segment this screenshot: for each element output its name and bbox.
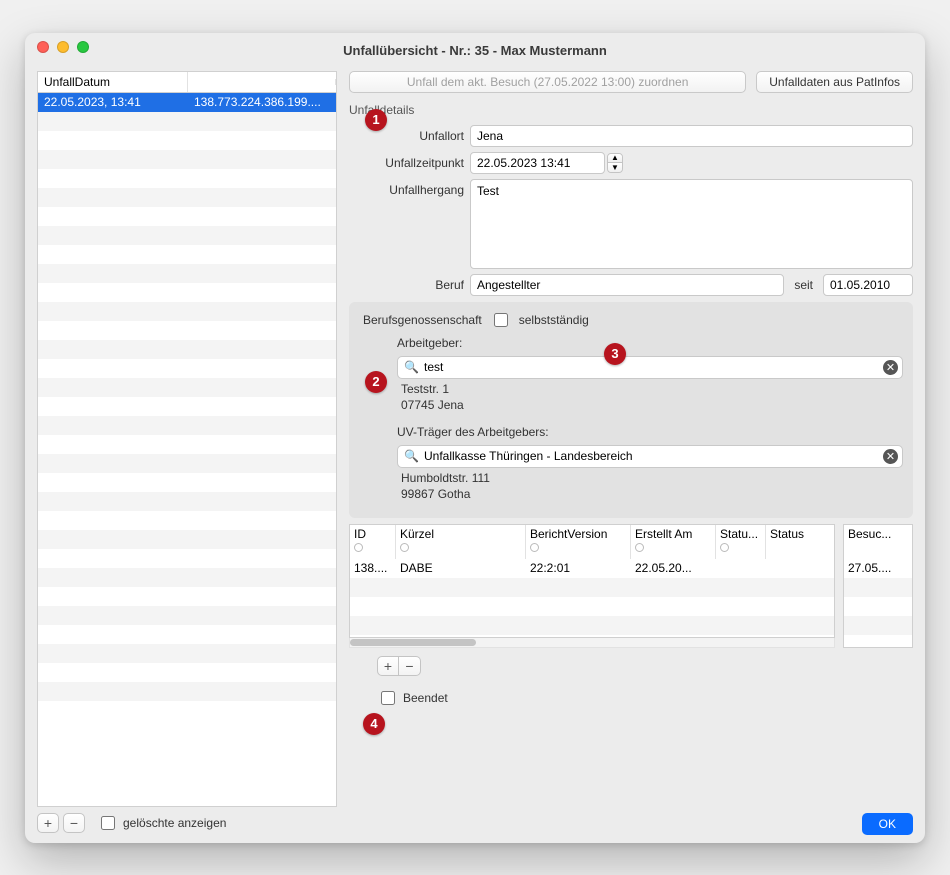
beendet-label: Beendet	[403, 691, 448, 705]
table-row[interactable]: 27.05....	[844, 559, 912, 578]
remove-report-button[interactable]: −	[399, 656, 421, 676]
visits-table[interactable]: Besuc... 27.05....	[843, 524, 913, 648]
accident-list-panel: UnfallDatum 22.05.2023, 13:41 138.773.22…	[37, 71, 337, 833]
table-scrollbar[interactable]	[349, 638, 835, 648]
unfallort-label: Unfallort	[349, 125, 464, 143]
col-statu[interactable]: Statu...	[716, 525, 766, 559]
col-erstellt[interactable]: Erstellt Am	[631, 525, 716, 559]
uv-heading: UV-Träger des Arbeitgebers:	[397, 425, 903, 439]
section-unfalldetails: Unfalldetails	[349, 103, 913, 117]
minimize-icon[interactable]	[57, 41, 69, 53]
ok-button[interactable]: OK	[862, 813, 913, 835]
arbeitgeber-heading: Arbeitgeber:	[397, 336, 903, 350]
stepper-down-icon[interactable]: ▼	[608, 163, 622, 172]
arbeitgeber-search[interactable]: 🔍 ✕	[397, 356, 903, 379]
arbeitgeber-input[interactable]	[422, 359, 878, 375]
unfallort-input[interactable]	[470, 125, 913, 147]
close-icon[interactable]	[37, 41, 49, 53]
uv-address: Humboldtstr. 111 99867 Gotha	[397, 468, 903, 508]
col-id[interactable]: ID	[350, 525, 396, 559]
window-title: Unfallübersicht - Nr.: 35 - Max Musterma…	[25, 36, 925, 58]
top-button-row: Unfall dem akt. Besuch (27.05.2022 13:00…	[349, 71, 913, 93]
badge-1: 1	[365, 109, 387, 131]
assign-visit-button[interactable]: Unfall dem akt. Besuch (27.05.2022 13:00…	[349, 71, 746, 93]
scroll-thumb[interactable]	[350, 639, 476, 646]
bg-box: Berufsgenossenschaft selbstständig Arbei…	[349, 302, 913, 519]
zoom-icon[interactable]	[77, 41, 89, 53]
show-deleted-label: gelöschte anzeigen	[123, 816, 226, 830]
col-berichtversion[interactable]: BerichtVersion	[526, 525, 631, 559]
column-spacer	[188, 79, 336, 85]
show-deleted-input[interactable]	[101, 816, 115, 830]
badge-2: 2	[365, 371, 387, 393]
bg-label: Berufsgenossenschaft	[363, 313, 482, 327]
table-row[interactable]: 138.... DABE 22:2:01 22.05.20...	[350, 559, 834, 578]
stepper-up-icon[interactable]: ▲	[608, 154, 622, 163]
content: UnfallDatum 22.05.2023, 13:41 138.773.22…	[25, 61, 925, 843]
window: Unfallübersicht - Nr.: 35 - Max Musterma…	[25, 33, 925, 843]
seit-label: seit	[790, 278, 817, 292]
titlebar: Unfallübersicht - Nr.: 35 - Max Musterma…	[25, 33, 925, 61]
column-unfalldatum[interactable]: UnfallDatum	[38, 72, 188, 92]
clear-icon[interactable]: ✕	[883, 449, 898, 464]
patinfo-button[interactable]: Unfalldaten aus PatInfos	[756, 71, 913, 93]
col-kuerzel[interactable]: Kürzel	[396, 525, 526, 559]
search-icon: 🔍	[404, 360, 419, 374]
beendet-checkbox[interactable]: Beendet	[377, 688, 913, 708]
datetime-stepper[interactable]: ▲ ▼	[607, 153, 623, 173]
add-accident-button[interactable]: +	[37, 813, 59, 833]
accident-row-date: 22.05.2023, 13:41	[38, 93, 188, 112]
accident-row-id: 138.773.224.386.199....	[188, 93, 336, 112]
arbeitgeber-address: Teststr. 1 07745 Jena	[397, 379, 903, 419]
selbststaendig-label: selbstständig	[519, 313, 589, 327]
beruf-label: Beruf	[349, 274, 464, 292]
remove-accident-button[interactable]: −	[63, 813, 85, 833]
uv-input[interactable]	[422, 448, 878, 464]
badge-3: 3	[604, 343, 626, 365]
accident-list[interactable]: 22.05.2023, 13:41 138.773.224.386.199...…	[37, 92, 337, 807]
unfallzeitpunkt-input[interactable]	[470, 152, 605, 174]
reports-table[interactable]: ID Kürzel BerichtVersion Erstellt Am Sta…	[349, 524, 835, 638]
seit-input[interactable]	[823, 274, 913, 296]
accident-list-footer: + − gelöschte anzeigen	[37, 807, 337, 833]
uv-search[interactable]: 🔍 ✕	[397, 445, 903, 468]
window-controls	[37, 41, 89, 53]
beendet-input[interactable]	[381, 691, 395, 705]
details-form: Unfallort Unfallzeitpunkt ▲ ▼ Unfallherg…	[349, 125, 913, 296]
selbststaendig-checkbox[interactable]	[494, 313, 508, 327]
show-deleted-checkbox[interactable]: gelöschte anzeigen	[97, 813, 226, 833]
col-besuch[interactable]: Besuc...	[844, 525, 912, 559]
clear-icon[interactable]: ✕	[883, 360, 898, 375]
report-tables: ID Kürzel BerichtVersion Erstellt Am Sta…	[349, 524, 913, 648]
unfallhergang-input[interactable]: Test	[470, 179, 913, 269]
search-icon: 🔍	[404, 449, 419, 463]
accident-row-selected[interactable]: 22.05.2023, 13:41 138.773.224.386.199...…	[38, 93, 336, 112]
badge-4: 4	[363, 713, 385, 735]
accident-list-header: UnfallDatum	[37, 71, 337, 92]
beruf-input[interactable]	[470, 274, 784, 296]
col-status[interactable]: Status	[766, 525, 834, 559]
unfallhergang-label: Unfallhergang	[349, 179, 464, 197]
details-panel: 1 2 3 4 Unfall dem akt. Besuch (27.05.20…	[349, 71, 913, 833]
unfallzeitpunkt-label: Unfallzeitpunkt	[349, 152, 464, 170]
add-report-button[interactable]: +	[377, 656, 399, 676]
